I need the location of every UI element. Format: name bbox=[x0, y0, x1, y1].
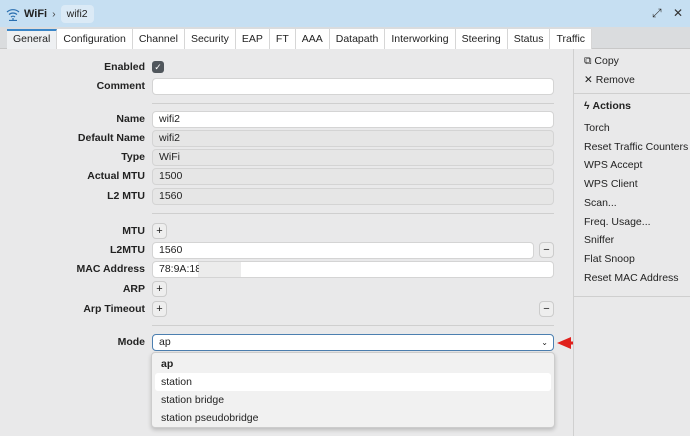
comment-input[interactable] bbox=[152, 78, 554, 95]
tab-security[interactable]: Security bbox=[184, 29, 236, 49]
divider bbox=[152, 103, 554, 104]
action-freq-usage[interactable]: Freq. Usage... bbox=[584, 216, 651, 228]
tab-steering[interactable]: Steering bbox=[455, 29, 508, 49]
action-reset-traffic-counters[interactable]: Reset Traffic Counters bbox=[584, 141, 688, 153]
label: Type bbox=[121, 151, 145, 163]
tab-datapath[interactable]: Datapath bbox=[329, 29, 386, 49]
label: L2 MTU bbox=[107, 190, 145, 202]
action-flat-snoop[interactable]: Flat Snoop bbox=[584, 253, 635, 265]
remove-icon: ✕ bbox=[584, 74, 593, 86]
divider bbox=[574, 93, 690, 94]
action-wps-accept[interactable]: WPS Accept bbox=[584, 159, 642, 171]
tab-channel[interactable]: Channel bbox=[132, 29, 185, 49]
mode-option-ap[interactable]: ap bbox=[155, 355, 551, 373]
copy-icon: ⧉ bbox=[584, 55, 592, 67]
arp-timeout-add-button[interactable]: + bbox=[152, 301, 167, 317]
name-input[interactable]: wifi2 bbox=[152, 111, 554, 128]
mode-select[interactable]: ap ⌄ bbox=[152, 334, 554, 351]
restore-icon[interactable]: ⤢ bbox=[652, 6, 662, 21]
label: Enabled bbox=[104, 61, 145, 73]
breadcrumb-item[interactable]: wifi2 bbox=[60, 4, 94, 23]
tab-aaa[interactable]: AAA bbox=[295, 29, 330, 49]
enabled-checkbox[interactable]: ✓ bbox=[152, 61, 164, 73]
tab-ft[interactable]: FT bbox=[269, 29, 296, 49]
mode-value: ap bbox=[159, 336, 171, 348]
close-icon[interactable]: ✕ bbox=[673, 6, 683, 20]
divider bbox=[152, 213, 554, 214]
label: Default Name bbox=[77, 132, 145, 144]
default-name-field: wifi2 bbox=[152, 130, 554, 147]
tab-status[interactable]: Status bbox=[507, 29, 551, 49]
l2mtu-remove-button[interactable]: − bbox=[539, 242, 554, 258]
action-sniffer[interactable]: Sniffer bbox=[584, 234, 614, 246]
mtu-add-button[interactable]: + bbox=[152, 223, 167, 239]
action-reset-mac-address[interactable]: Reset MAC Address bbox=[584, 272, 679, 284]
label: Comment bbox=[96, 80, 145, 92]
tab-traffic[interactable]: Traffic bbox=[550, 29, 593, 49]
tab-interworking[interactable]: Interworking bbox=[385, 29, 456, 49]
copy-button[interactable]: ⧉ Copy bbox=[584, 55, 619, 68]
l2mtu-input[interactable]: 1560 bbox=[152, 242, 534, 259]
type-field: WiFi bbox=[152, 149, 554, 166]
arp-timeout-remove-button[interactable]: − bbox=[539, 301, 554, 317]
label: Actual MTU bbox=[87, 170, 145, 182]
l2-mtu-field: 1560 bbox=[152, 188, 554, 205]
action-torch[interactable]: Torch bbox=[584, 122, 610, 134]
tab-general[interactable]: General bbox=[7, 29, 58, 49]
label: L2MTU bbox=[110, 244, 145, 256]
tab-bar: General Configuration Channel Security EAP FT… bbox=[0, 27, 690, 49]
label: Mode bbox=[117, 336, 145, 348]
actions-heading: ϟ Actions bbox=[584, 100, 631, 112]
mode-dropdown: ap station station bridge station pseudo… bbox=[151, 352, 555, 428]
actual-mtu-field: 1500 bbox=[152, 168, 554, 185]
remove-label: Remove bbox=[595, 74, 635, 86]
row-enabled: Enabled ✓ bbox=[0, 59, 573, 77]
chevron-down-icon: ⌄ bbox=[541, 338, 548, 347]
mode-option-station[interactable]: station bbox=[155, 373, 551, 391]
arp-add-button[interactable]: + bbox=[152, 281, 167, 297]
action-scan[interactable]: Scan... bbox=[584, 197, 617, 209]
action-wps-client[interactable]: WPS Client bbox=[584, 178, 638, 190]
divider bbox=[574, 296, 690, 297]
actions-title: Actions bbox=[592, 100, 631, 112]
tab-configuration[interactable]: Configuration bbox=[57, 29, 133, 49]
mac-address-input[interactable]: 78:9A:18 bbox=[152, 261, 554, 278]
label: Arp Timeout bbox=[83, 303, 145, 315]
actions-sidebar: ⧉ Copy ✕ Remove ϟ Actions Torch Reset Tra… bbox=[573, 49, 690, 436]
label: Name bbox=[116, 113, 145, 125]
remove-button[interactable]: ✕ Remove bbox=[584, 74, 635, 86]
breadcrumb-app[interactable]: WiFi bbox=[24, 8, 47, 20]
divider bbox=[152, 325, 554, 326]
breadcrumb-separator: › bbox=[52, 7, 56, 20]
label: ARP bbox=[122, 283, 145, 295]
title-bar: WiFi › wifi2 ⤢ ✕ bbox=[0, 0, 690, 27]
copy-label: Copy bbox=[594, 55, 619, 67]
label: MTU bbox=[122, 225, 145, 237]
mode-option-station-pseudobridge[interactable]: station pseudobridge bbox=[155, 409, 551, 427]
tab-eap[interactable]: EAP bbox=[235, 29, 270, 49]
mode-option-station-bridge[interactable]: station bridge bbox=[155, 391, 551, 409]
wifi-icon bbox=[6, 8, 20, 21]
label: MAC Address bbox=[76, 263, 145, 275]
lightning-icon: ϟ bbox=[584, 100, 590, 112]
mac-address-value: 78:9A:18 bbox=[159, 263, 199, 275]
